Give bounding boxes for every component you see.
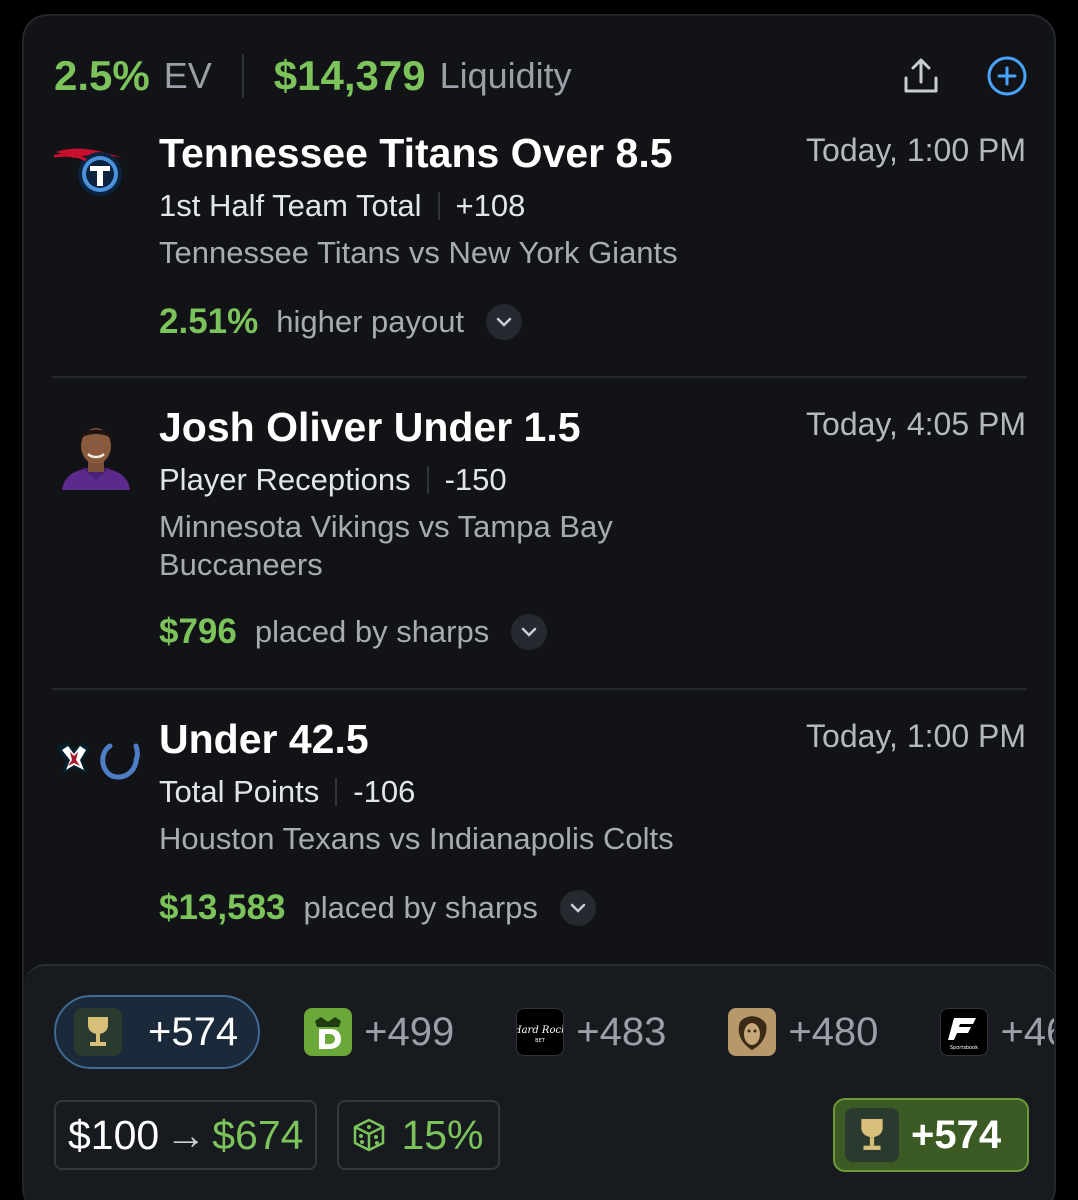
- stat-value: 2.51%: [159, 302, 259, 341]
- add-button[interactable]: [985, 54, 1029, 98]
- probability-chip[interactable]: 15%: [337, 1100, 500, 1170]
- book-chip-mgm[interactable]: +480: [710, 995, 896, 1069]
- book-chip-draftkings[interactable]: +499: [286, 995, 472, 1069]
- arrow-right-icon: →: [165, 1111, 207, 1158]
- stat-label: placed by sharps: [303, 890, 538, 925]
- sportsbook-panel: +574 +499 Hard Rock BET +4: [24, 964, 1054, 1200]
- bet-market: Player Receptions -150: [159, 462, 507, 498]
- payout-row: $100 → $674 15% +574: [54, 1098, 1029, 1172]
- chevron-down-icon: [522, 627, 537, 637]
- bet-time: Today, 1:00 PM: [806, 718, 1026, 754]
- bet-market: Total Points -106: [159, 774, 415, 810]
- bet-matchup: Houston Texans vs Indianapolis Colts: [159, 821, 674, 856]
- plus-circle-icon: [987, 56, 1027, 96]
- book-odds: +480: [788, 1009, 879, 1054]
- chevron-down-icon: [570, 903, 586, 913]
- stat-value: $796: [159, 612, 237, 651]
- book-odds: +46: [1000, 1009, 1054, 1054]
- bet-time: Today, 4:05 PM: [806, 406, 1026, 442]
- probability-value: 15%: [401, 1111, 484, 1158]
- return-amount: $674: [212, 1111, 304, 1158]
- bet-stat: $13,583 placed by sharps: [159, 888, 596, 928]
- cta-odds: +574: [911, 1112, 1002, 1157]
- book-chip-fanatics[interactable]: Sportsbook +46: [922, 995, 1054, 1069]
- bet-market: 1st Half Team Total +108: [159, 188, 525, 224]
- bet-matchup: Tennessee Titans vs New York Giants: [159, 235, 678, 270]
- liquidity-label: Liquidity: [439, 55, 572, 96]
- book-chip-hardrock[interactable]: Hard Rock BET +483: [498, 995, 684, 1069]
- share-button[interactable]: [899, 54, 943, 98]
- market-divider: [426, 466, 429, 494]
- market-name: Player Receptions: [159, 462, 411, 497]
- bet-item[interactable]: Under 42.5 Today, 1:00 PM Total Points -…: [24, 716, 1054, 946]
- book-odds: +483: [576, 1009, 667, 1054]
- expand-button[interactable]: [486, 304, 523, 340]
- stat-label: higher payout: [276, 304, 465, 339]
- hardrock-icon: Hard Rock BET: [516, 1008, 565, 1056]
- place-bet-button[interactable]: +574: [833, 1098, 1029, 1172]
- chalice-icon: [845, 1108, 899, 1162]
- header-divider: [241, 54, 244, 98]
- svg-text:Hard Rock: Hard Rock: [517, 1025, 563, 1036]
- svg-text:Sportsbook: Sportsbook: [950, 1045, 978, 1051]
- book-chip-selected[interactable]: +574: [54, 995, 261, 1069]
- market-divider: [437, 192, 440, 220]
- bet-title: Josh Oliver Under 1.5: [159, 404, 581, 450]
- market-divider: [335, 778, 338, 806]
- market-odds: -106: [353, 774, 416, 809]
- chevron-down-icon: [496, 317, 512, 327]
- market-odds: -150: [444, 462, 507, 497]
- expand-button[interactable]: [559, 890, 596, 926]
- fanatics-icon: Sportsbook: [940, 1008, 989, 1056]
- card-header: 2.5% EV $14,379 Liquidity: [54, 48, 1029, 104]
- book-odds: +499: [364, 1009, 455, 1054]
- market-odds: +108: [455, 188, 526, 223]
- stake-amount: $100: [68, 1111, 160, 1158]
- share-icon: [904, 58, 938, 93]
- ev-value: 2.5%: [54, 52, 150, 99]
- bet-divider: [52, 376, 1027, 378]
- mgm-lion-icon: [728, 1008, 777, 1056]
- dice-icon: [354, 1118, 385, 1152]
- expand-button[interactable]: [511, 614, 548, 650]
- bet-matchup: Minnesota Vikings vs Tampa Bay Buccaneer…: [159, 509, 613, 582]
- colts-logo-icon: [100, 743, 140, 780]
- bet-card: 2.5% EV $14,379 Liquidity Tennessee Tita…: [22, 14, 1056, 1200]
- draftkings-icon: [304, 1008, 353, 1056]
- bet-item[interactable]: Josh Oliver Under 1.5 Today, 4:05 PM Pla…: [24, 404, 1054, 674]
- ev-label: EV: [163, 55, 212, 96]
- texans-logo-icon: [56, 742, 90, 774]
- market-name: Total Points: [159, 774, 320, 809]
- bet-title: Tennessee Titans Over 8.5: [159, 130, 673, 176]
- player-headshot-avatar: [58, 418, 134, 495]
- bet-time: Today, 1:00 PM: [806, 132, 1026, 168]
- bet-title: Under 42.5: [159, 716, 369, 762]
- bet-stat: 2.51% higher payout: [159, 302, 523, 342]
- texans-colts-logos-icon: [54, 738, 140, 787]
- sportsbook-odds-row[interactable]: +574 +499 Hard Rock BET +4: [54, 994, 1054, 1070]
- bet-divider: [52, 688, 1027, 690]
- market-name: 1st Half Team Total: [159, 188, 422, 223]
- stat-value: $13,583: [159, 888, 286, 927]
- payout-calculator[interactable]: $100 → $674: [54, 1100, 318, 1170]
- svg-text:BET: BET: [535, 1038, 546, 1044]
- chalice-icon: [74, 1008, 122, 1056]
- bet-stat: $796 placed by sharps: [159, 612, 548, 652]
- book-odds: +574: [148, 1009, 239, 1054]
- stat-label: placed by sharps: [254, 614, 490, 649]
- bet-item[interactable]: Tennessee Titans Over 8.5 Today, 1:00 PM…: [24, 130, 1054, 360]
- liquidity-value: $14,379: [273, 52, 426, 99]
- titans-logo-icon: [52, 142, 130, 203]
